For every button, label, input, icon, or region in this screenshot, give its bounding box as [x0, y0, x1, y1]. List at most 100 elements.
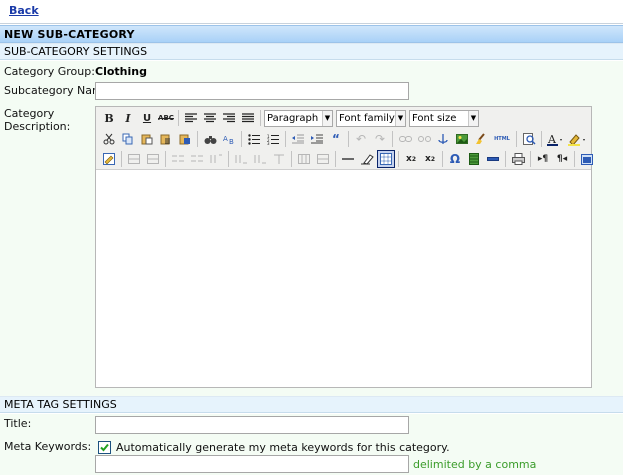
- print-icon[interactable]: [509, 150, 527, 168]
- delete-col-icon[interactable]: [207, 150, 225, 168]
- numbered-list-icon[interactable]: 123: [264, 130, 282, 148]
- strikethrough-icon[interactable]: ABC: [157, 109, 175, 127]
- paste-icon[interactable]: [138, 130, 156, 148]
- toolbar-separator: [442, 151, 443, 167]
- bullet-list-icon[interactable]: [245, 130, 263, 148]
- page-title: NEW SUB-CATEGORY: [4, 28, 135, 41]
- ltr-icon[interactable]: ▸¶: [534, 150, 552, 168]
- align-left-icon[interactable]: [182, 109, 200, 127]
- outdent-icon[interactable]: [289, 130, 307, 148]
- back-link[interactable]: Back: [9, 4, 39, 17]
- insert-row-after-icon[interactable]: [144, 150, 162, 168]
- html-source-icon[interactable]: HTML: [491, 130, 513, 148]
- auto-generate-label: Automatically generate my meta keywords …: [116, 441, 450, 454]
- cut-icon[interactable]: [100, 130, 118, 148]
- paste-text-icon[interactable]: [157, 130, 175, 148]
- font-size-select-value: Font size: [412, 112, 457, 124]
- underline-icon[interactable]: U: [138, 109, 156, 127]
- subscript-icon[interactable]: x2: [402, 150, 420, 168]
- table-props-icon[interactable]: [100, 150, 118, 168]
- meta-keywords-input[interactable]: [95, 455, 409, 473]
- toolbar-separator: [165, 151, 166, 167]
- link-icon[interactable]: [396, 130, 414, 148]
- insert-col-icon[interactable]: [188, 150, 206, 168]
- blockquote-icon[interactable]: “: [327, 130, 345, 148]
- top-bar: Back: [0, 0, 623, 24]
- visual-aid-icon[interactable]: [377, 150, 395, 168]
- meta-title-label: Title:: [4, 417, 32, 430]
- insert-row-before-icon[interactable]: [125, 150, 143, 168]
- toolbar-separator: [348, 131, 349, 147]
- fullscreen-icon[interactable]: [578, 150, 596, 168]
- meta-tag-settings-header: META TAG SETTINGS: [0, 396, 623, 413]
- toolbar-row-2: AB 123 “ ↶ ↷ HTML A: [100, 129, 589, 149]
- description-editor[interactable]: B I U ABC Paragraph ▼ Font family ▼ Font…: [95, 106, 593, 388]
- anchor-icon[interactable]: [434, 130, 452, 148]
- toolbar-separator: [291, 151, 292, 167]
- align-justify-icon[interactable]: [239, 109, 257, 127]
- svg-text:B: B: [229, 138, 234, 145]
- cell-props-icon[interactable]: [270, 150, 288, 168]
- unlink-icon[interactable]: [415, 130, 433, 148]
- cleanup-icon[interactable]: [472, 130, 490, 148]
- toolbar-separator: [574, 151, 575, 167]
- bold-icon[interactable]: B: [100, 109, 118, 127]
- format-select-value: Paragraph: [267, 112, 319, 124]
- redo-icon[interactable]: ↷: [371, 130, 389, 148]
- merge-cells-icon[interactable]: [251, 150, 269, 168]
- preview-icon[interactable]: [520, 130, 538, 148]
- italic-icon[interactable]: I: [119, 109, 137, 127]
- editor-content-area[interactable]: [96, 171, 591, 387]
- toolbar-separator: [505, 151, 506, 167]
- toolbar-row-3: x2 x2 Ω ▸¶ ¶◂: [100, 149, 597, 169]
- category-group-label: Category Group:: [4, 65, 95, 78]
- format-select[interactable]: Paragraph ▼: [264, 109, 333, 127]
- replace-icon[interactable]: AB: [220, 130, 238, 148]
- toolbar-separator: [530, 151, 531, 167]
- undo-icon[interactable]: ↶: [352, 130, 370, 148]
- auto-generate-checkbox[interactable]: [98, 441, 111, 454]
- background-color-icon[interactable]: [566, 130, 588, 148]
- toolbar-separator: [285, 131, 286, 147]
- subcategory-name-input[interactable]: [95, 82, 409, 100]
- keywords-hint: delimited by a comma: [413, 458, 537, 471]
- indent-icon[interactable]: [308, 130, 326, 148]
- toolbar-separator: [398, 151, 399, 167]
- font-family-select[interactable]: Font family ▼: [336, 109, 406, 127]
- font-size-select[interactable]: Font size ▼: [409, 109, 479, 127]
- special-char-icon[interactable]: Ω: [446, 150, 464, 168]
- toolbar-row-1: B I U ABC Paragraph ▼ Font family ▼ Font…: [100, 108, 482, 128]
- chevron-down-icon: ▼: [395, 110, 405, 126]
- delete-row-icon[interactable]: [169, 150, 187, 168]
- media-icon[interactable]: [465, 150, 483, 168]
- paste-word-icon[interactable]: [176, 130, 194, 148]
- image-icon[interactable]: [453, 130, 471, 148]
- row-props-icon[interactable]: [295, 150, 313, 168]
- editor-toolbar: B I U ABC Paragraph ▼ Font family ▼ Font…: [96, 107, 593, 170]
- page-header: NEW SUB-CATEGORY: [0, 25, 623, 43]
- toolbar-separator: [392, 131, 393, 147]
- toolbar-separator: [260, 110, 261, 126]
- rtl-icon[interactable]: ¶◂: [553, 150, 571, 168]
- meta-title-input[interactable]: [95, 416, 409, 434]
- hr-advanced-icon[interactable]: [484, 150, 502, 168]
- section-title: SUB-CATEGORY SETTINGS: [4, 45, 148, 58]
- toolbar-separator: [541, 131, 542, 147]
- checkmark-icon: [100, 443, 109, 452]
- svg-text:3: 3: [267, 141, 270, 145]
- chevron-down-icon: ▼: [468, 110, 478, 126]
- subcategory-settings-header: SUB-CATEGORY SETTINGS: [0, 43, 623, 60]
- find-icon[interactable]: [201, 130, 219, 148]
- text-color-icon[interactable]: A: [545, 130, 565, 148]
- align-center-icon[interactable]: [201, 109, 219, 127]
- delete-table-icon[interactable]: [314, 150, 332, 168]
- align-right-icon[interactable]: [220, 109, 238, 127]
- toolbar-separator: [228, 151, 229, 167]
- toolbar-separator: [241, 131, 242, 147]
- split-cells-icon[interactable]: [232, 150, 250, 168]
- remove-format-icon[interactable]: [358, 150, 376, 168]
- horizontal-rule-icon[interactable]: [339, 150, 357, 168]
- superscript-icon[interactable]: x2: [421, 150, 439, 168]
- toolbar-separator: [121, 151, 122, 167]
- copy-icon[interactable]: [119, 130, 137, 148]
